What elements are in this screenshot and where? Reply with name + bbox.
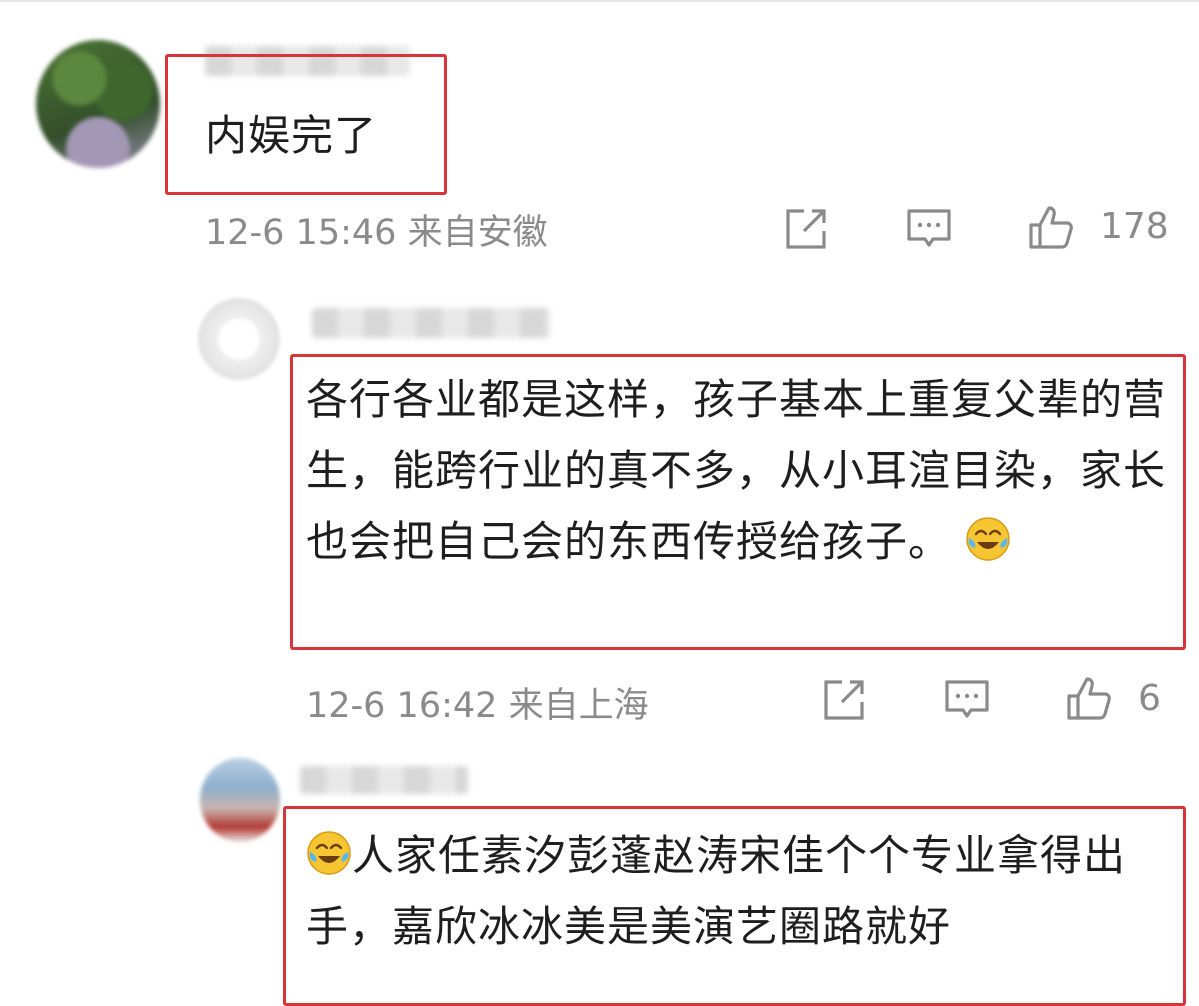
laugh-cry-emoji-icon	[307, 831, 351, 875]
share-icon[interactable]	[820, 676, 868, 724]
avatar[interactable]	[36, 40, 160, 168]
laugh-cry-emoji-icon	[966, 517, 1011, 561]
comment-time: 12-6 15:46	[205, 213, 397, 253]
avatar[interactable]	[198, 298, 280, 380]
comment-icon[interactable]	[905, 205, 953, 253]
comment-meta: 12-6 16:42 来自上海	[306, 677, 649, 728]
like-count: 6	[1138, 678, 1161, 719]
comment-text: 各行各业都是这样，孩子基本上重复父辈的营生，能跨行业的真不多，从小耳渲目染，家长…	[306, 364, 1174, 577]
comment-icon[interactable]	[943, 676, 991, 724]
comment-meta: 12-6 15:46 来自安徽	[205, 204, 548, 255]
like-icon[interactable]	[1065, 674, 1113, 722]
top-divider	[0, 0, 1199, 2]
username-blurred[interactable]	[312, 308, 550, 338]
comment-text-body: 人家任素汐彭蓬赵涛宋佳个个专业拿得出手，嘉欣冰冰美是美演艺圈路就好	[306, 831, 1127, 951]
like-count: 178	[1100, 206, 1169, 247]
username-blurred[interactable]	[300, 766, 468, 794]
comment-text: 内娱完了	[205, 111, 378, 160]
comment-location: 来自上海	[508, 686, 649, 726]
comment-text-body: 各行各业都是这样，孩子基本上重复父辈的营生，能跨行业的真不多，从小耳渲目染，家长…	[306, 375, 1167, 566]
share-icon[interactable]	[782, 205, 830, 253]
like-icon[interactable]	[1027, 203, 1075, 251]
comment-location: 来自安徽	[407, 213, 548, 253]
comment-time: 12-6 16:42	[306, 686, 498, 726]
avatar[interactable]	[200, 758, 280, 842]
